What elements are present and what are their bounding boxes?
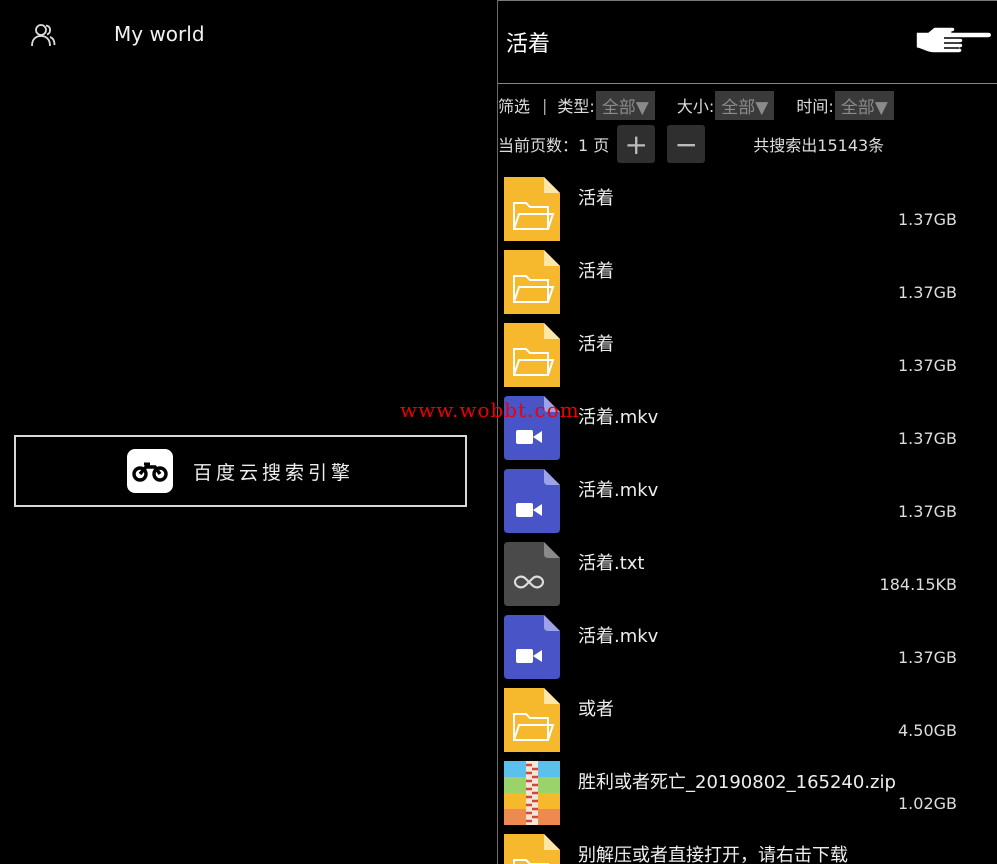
type-filter-dropdown[interactable]: 全部▼	[595, 90, 655, 120]
filter-bar: 筛选 | 类型: 全部▼ 大小: 全部▼ 时间: 全部▼	[498, 90, 896, 120]
folder-icon	[504, 177, 560, 241]
list-item[interactable]: 活着 1.37GB	[498, 317, 997, 390]
list-item[interactable]: 活着.mkv 1.37GB	[498, 463, 997, 536]
folder-icon	[504, 688, 560, 752]
prev-page-button[interactable]: −	[667, 125, 706, 163]
file-name: 活着	[578, 261, 614, 282]
file-size: 1.37GB	[898, 648, 957, 667]
world-title: My world	[114, 22, 205, 46]
search-engine-button[interactable]: 百度云搜索引擎	[14, 435, 467, 507]
video-file-icon	[504, 615, 560, 679]
file-size: 1.37GB	[898, 283, 957, 302]
folder-icon	[504, 323, 560, 387]
time-filter-dropdown[interactable]: 全部▼	[834, 90, 894, 120]
file-name: 别解压或者直接打开，请右击下载	[578, 845, 848, 864]
time-filter-label: 时间:	[796, 97, 834, 116]
list-item[interactable]: 活着.mkv 1.37GB	[498, 609, 997, 682]
query-title: 活着	[506, 32, 551, 57]
motorbike-logo-icon	[126, 449, 173, 493]
zip-file-icon	[504, 761, 560, 825]
file-name: 胜利或者死亡_20190802_165240.zip	[578, 772, 896, 793]
file-name: 活着.txt	[578, 553, 645, 574]
type-filter-label: 类型:	[557, 97, 595, 116]
filter-label: 筛选	[498, 97, 531, 116]
file-name: 活着	[578, 188, 614, 209]
folder-icon	[504, 834, 560, 864]
file-size: 1.37GB	[898, 356, 957, 375]
pagination-bar: 当前页数：1 页 + − 共搜索出15143条	[498, 125, 884, 163]
file-size: 1.37GB	[898, 502, 957, 521]
file-name: 活着	[578, 334, 614, 355]
folder-icon	[504, 250, 560, 314]
video-file-icon	[504, 469, 560, 533]
list-item[interactable]: 活着 1.37GB	[498, 244, 997, 317]
file-name: 活着.mkv	[578, 407, 659, 428]
file-size: 1.37GB	[898, 210, 957, 229]
list-item[interactable]: 活着 1.37GB	[498, 171, 997, 244]
search-engine-label: 百度云搜索引擎	[192, 461, 354, 484]
header-border	[498, 83, 997, 84]
text-file-icon	[504, 542, 560, 606]
right-panel: 活着 筛选 | 类型: 全部▼ 大小: 全部▼ 时间: 全部▼ 当前页数：1 页…	[498, 0, 997, 864]
result-count: 共搜索出15143条	[753, 136, 885, 155]
size-filter-label: 大小:	[676, 97, 715, 116]
watermark-text: www.wobbt.com	[400, 398, 580, 422]
list-item[interactable]: 活着.txt 184.15KB	[498, 536, 997, 609]
size-filter-dropdown[interactable]: 全部▼	[715, 90, 775, 120]
list-item[interactable]: 胜利或者死亡_20190802_165240.zip 1.02GB	[498, 755, 997, 828]
file-list: 活着 1.37GB 活着 1.37GB 活着 1.37GB 活着.mkv 1.3…	[498, 171, 997, 864]
file-name: 活着.mkv	[578, 480, 659, 501]
file-size: 1.02GB	[898, 794, 957, 813]
current-page-label: 当前页数：1 页	[498, 136, 610, 155]
file-size: 184.15KB	[879, 575, 957, 594]
left-panel: My world 百度云搜索引擎	[0, 0, 497, 864]
top-border	[498, 0, 997, 1]
users-icon[interactable]	[30, 22, 56, 48]
filter-separator: |	[542, 95, 548, 115]
file-size: 1.37GB	[898, 429, 957, 448]
file-size: 4.50GB	[898, 721, 957, 740]
next-page-button[interactable]: +	[617, 125, 656, 163]
file-name: 或者	[578, 699, 614, 720]
file-name: 活着.mkv	[578, 626, 659, 647]
list-item[interactable]: 别解压或者直接打开，请右击下载	[498, 828, 997, 864]
list-item[interactable]: 或者 4.50GB	[498, 682, 997, 755]
pointing-hand-icon[interactable]	[914, 22, 994, 58]
